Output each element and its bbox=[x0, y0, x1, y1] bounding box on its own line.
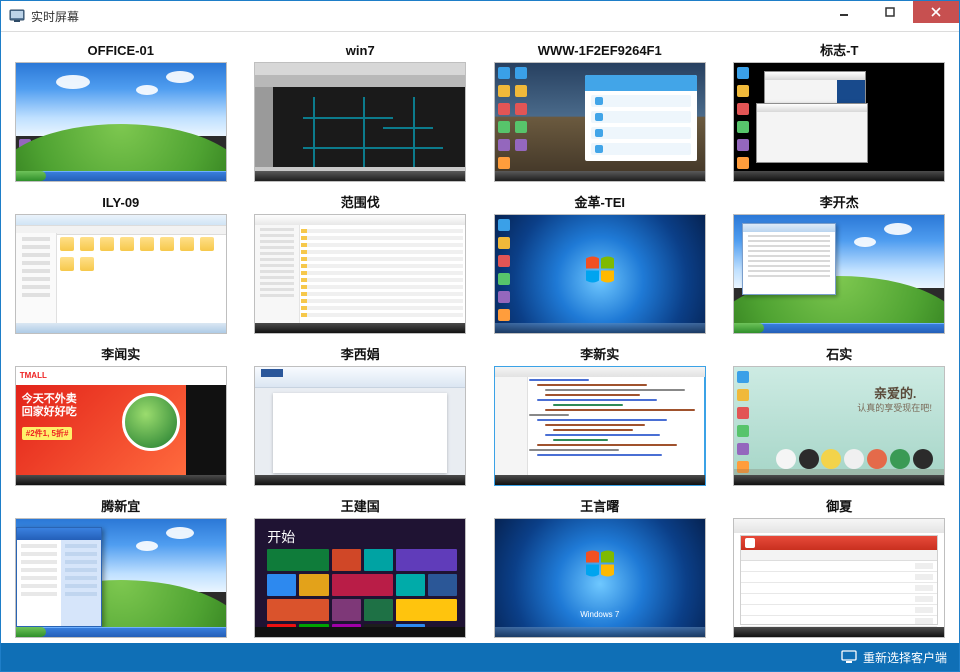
client-name-label: 标志-T bbox=[820, 42, 858, 60]
thumbnail-grid: OFFICE-01 win7 WWW-1F2EF9264F1 标志-T ILY-09 范围… bbox=[11, 42, 949, 638]
client-name-label: OFFICE-01 bbox=[88, 42, 154, 60]
client-thumbnail[interactable]: OFFICE-01 bbox=[11, 42, 231, 182]
client-name-label: 李新实 bbox=[580, 346, 619, 364]
client-name-label: 李开杰 bbox=[820, 194, 859, 212]
client-thumbnail[interactable]: 标志-T bbox=[730, 42, 950, 182]
client-name-label: 金革-TEI bbox=[574, 194, 625, 212]
client-thumbnail[interactable]: WWW-1F2EF9264F1 bbox=[490, 42, 710, 182]
client-name-label: 李闻实 bbox=[101, 346, 140, 364]
titlebar[interactable]: 实时屏幕 bbox=[1, 1, 959, 32]
app-window: 实时屏幕 OFFICE-01 win7 WWW-1F2EF9264F1 标志-T ILY… bbox=[0, 0, 960, 672]
client-thumbnail[interactable]: 王言曙Windows 7 bbox=[490, 498, 710, 638]
client-name-label: ILY-09 bbox=[102, 194, 139, 212]
client-thumbnail[interactable]: 金革-TEI bbox=[490, 194, 710, 334]
client-thumbnail[interactable]: ILY-09 bbox=[11, 194, 231, 334]
client-thumbnail[interactable]: 李西娟 bbox=[251, 346, 471, 486]
reselect-clients-label: 重新选择客户端 bbox=[863, 649, 947, 666]
client-thumbnail[interactable]: 王建国开始 bbox=[251, 498, 471, 638]
client-name-label: WWW-1F2EF9264F1 bbox=[538, 42, 662, 60]
client-name-label: 范围伐 bbox=[341, 194, 380, 212]
client-name-label: 腾新宜 bbox=[101, 498, 140, 516]
client-name-label: 王建国 bbox=[341, 498, 380, 516]
app-icon bbox=[9, 8, 25, 24]
footer-bar: 重新选择客户端 bbox=[1, 643, 959, 671]
client-thumbnail[interactable]: 李新实 bbox=[490, 346, 710, 486]
window-buttons bbox=[821, 1, 959, 23]
client-thumbnail[interactable]: win7 bbox=[251, 42, 471, 182]
client-name-label: 石实 bbox=[826, 346, 852, 364]
monitor-icon bbox=[841, 650, 857, 664]
window-title: 实时屏幕 bbox=[31, 8, 79, 25]
content-area: OFFICE-01 win7 WWW-1F2EF9264F1 标志-T ILY-09 范围… bbox=[1, 32, 959, 643]
client-thumbnail[interactable]: 李开杰 bbox=[730, 194, 950, 334]
close-button[interactable] bbox=[913, 1, 959, 23]
client-name-label: win7 bbox=[346, 42, 375, 60]
reselect-clients-button[interactable]: 重新选择客户端 bbox=[841, 649, 947, 666]
client-name-label: 御夏 bbox=[826, 498, 852, 516]
client-thumbnail[interactable]: 石实亲爱的.认真的享受现在吧! bbox=[730, 346, 950, 486]
client-thumbnail[interactable]: 腾新宜 bbox=[11, 498, 231, 638]
minimize-button[interactable] bbox=[821, 1, 867, 23]
client-thumbnail[interactable]: 李闻实TMALL今天不外卖回家好好吃#2件1, 5折# bbox=[11, 346, 231, 486]
client-name-label: 王言曙 bbox=[580, 498, 619, 516]
maximize-button[interactable] bbox=[867, 1, 913, 23]
client-name-label: 李西娟 bbox=[341, 346, 380, 364]
client-thumbnail[interactable]: 御夏 bbox=[730, 498, 950, 638]
client-thumbnail[interactable]: 范围伐 bbox=[251, 194, 471, 334]
